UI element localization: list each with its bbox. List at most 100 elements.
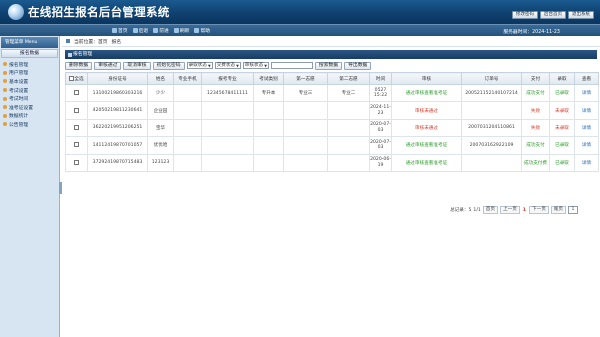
admission-status: 未录取 — [549, 118, 575, 138]
back-icon — [132, 28, 138, 33]
payment-status-select[interactable]: 交费状态 ▼ — [214, 61, 241, 70]
view-details-link[interactable]: 详情 — [574, 136, 599, 155]
sidebar-item-statistics[interactable]: 数据统计 — [0, 112, 59, 121]
major-cell — [201, 118, 254, 138]
nav-home[interactable]: 首页 — [112, 27, 128, 34]
nav-forward-label: 前进 — [159, 29, 169, 34]
row-checkbox[interactable] — [74, 159, 79, 165]
admission-status-select[interactable]: 录取状态 ▼ — [186, 61, 213, 70]
change-password-button[interactable]: 修改密码 — [512, 11, 538, 19]
select-all-header[interactable]: 全选 — [65, 72, 88, 85]
admission-status: 未录取 — [549, 101, 575, 120]
sidebar-item-label: 数据统计 — [9, 114, 29, 120]
order-cell: 200521152140107214 — [461, 83, 522, 103]
reset-password-button[interactable]: 初始化密码 — [152, 61, 185, 70]
sidebar-item-users[interactable]: 用户管理 — [0, 69, 59, 78]
column-header: 审核 — [391, 72, 462, 85]
next-page-button[interactable]: 下一页 — [529, 206, 549, 214]
table-row: 36220219951206251 宝华 2020-07-03 审核未通过 20… — [65, 118, 599, 138]
row-checkbox[interactable] — [74, 90, 79, 96]
id-cell: 36220219951206251 — [87, 118, 148, 138]
current-page: 1 — [522, 207, 526, 213]
first-choice-cell — [283, 118, 328, 138]
search-button[interactable]: 搜索数据 — [314, 61, 343, 70]
delete-button[interactable]: 删除数据 — [65, 61, 93, 70]
time-cell: 2020-07-03 — [369, 118, 392, 138]
sidebar-item-exam-time[interactable]: 考试时间 — [0, 94, 59, 103]
first-page-button[interactable]: 首页 — [482, 206, 498, 214]
sidebar-item-label: 考试时间 — [9, 97, 29, 103]
prev-page-button[interactable]: 上一页 — [500, 206, 520, 214]
first-choice-cell — [283, 153, 328, 172]
view-details-link[interactable]: 详情 — [574, 118, 599, 138]
chevron-down-icon: ▼ — [208, 63, 211, 68]
select-value: 录取状态 — [188, 62, 207, 68]
second-choice-cell — [327, 118, 370, 138]
review-status-select[interactable]: 审核状态 ▼ — [242, 61, 269, 70]
payment-status: 成功支付费 — [521, 153, 550, 172]
nav-help[interactable]: 帮助 — [194, 27, 210, 34]
logout-button[interactable]: 退出系统 — [568, 11, 594, 19]
row-checkbox[interactable] — [74, 124, 79, 130]
approve-button[interactable]: 审核通过 — [94, 61, 122, 70]
nav-bar: 首页 后退 前进 刷新 帮助 服务器时间：2024-11-23 — [0, 24, 600, 36]
registration-table: 全选 身份证号 姓名 专业手机 报考专业 考试类别 第一志愿 第二志愿 时间 审… — [65, 72, 599, 172]
view-details-link[interactable]: 详情 — [574, 101, 599, 120]
admission-status: 已录取 — [549, 136, 575, 155]
row-select-cell — [65, 136, 88, 155]
row-checkbox[interactable] — [74, 107, 79, 113]
page-indicator: 1/1 — [473, 207, 481, 213]
view-details-link[interactable]: 详情 — [574, 83, 599, 103]
search-input[interactable] — [270, 61, 313, 70]
view-details-link[interactable]: 详情 — [574, 153, 599, 172]
phone-cell — [173, 136, 202, 155]
id-cell: 13100219860303216 — [87, 83, 148, 103]
column-header: 录取 — [549, 72, 575, 85]
export-button[interactable]: 导出数据 — [344, 61, 372, 70]
panel-title-text: 报名管理 — [73, 52, 93, 57]
sidebar-item-basic-settings[interactable]: 基本设置 — [0, 77, 59, 86]
cancel-review-button[interactable]: 取消审核 — [123, 61, 151, 70]
sidebar-section-button[interactable]: 报名数据 — [1, 49, 58, 58]
column-header: 第一志愿 — [283, 72, 328, 85]
nav-refresh-label: 刷新 — [179, 29, 190, 34]
nav-help-label: 帮助 — [200, 29, 211, 34]
row-select-cell — [65, 101, 88, 120]
admission-status: 已录取 — [549, 153, 575, 172]
nav-forward[interactable]: 前进 — [153, 27, 169, 34]
phone-cell — [173, 118, 202, 138]
major-cell — [201, 153, 254, 172]
table-row: 42050219811230641 企业园 2024-11-23 审核未通过 失… — [65, 101, 599, 120]
name-cell: 少少 — [147, 83, 174, 103]
bullet-icon — [3, 96, 7, 101]
nav-back[interactable]: 后退 — [132, 27, 148, 34]
review-link[interactable]: 通过审核查看准考证 — [391, 153, 462, 172]
column-header: 专业手机 — [173, 72, 202, 85]
breadcrumb-item[interactable]: 当前位置：首页 — [74, 38, 108, 45]
sidebar-item-registration[interactable]: 报名管理 — [0, 60, 59, 69]
home-icon — [112, 28, 117, 33]
sidebar-item-announcements[interactable]: 公告管理 — [0, 120, 59, 129]
review-link[interactable]: 通过审核查看准考证 — [391, 83, 462, 103]
category-cell — [253, 153, 284, 172]
nav-refresh[interactable]: 刷新 — [173, 27, 190, 34]
bullet-icon — [3, 70, 7, 75]
admin-home-button[interactable]: 后台首页 — [540, 11, 566, 19]
order-cell — [461, 101, 522, 120]
review-link[interactable]: 审核未通过 — [391, 101, 462, 120]
time-cell: 2020-07-03 — [369, 136, 392, 155]
order-cell — [461, 153, 522, 172]
payment-status: 失败 — [521, 118, 550, 138]
chevron-down-icon: ▼ — [236, 63, 239, 68]
category-cell — [253, 118, 284, 138]
sidebar-item-exam-settings[interactable]: 考试设置 — [0, 86, 59, 95]
sidebar-header: 管理菜单 Menu — [1, 37, 58, 48]
second-choice-cell — [327, 136, 370, 155]
review-link[interactable]: 通过审核查看准考证 — [391, 136, 462, 155]
nav-home-label: 首页 — [118, 29, 128, 34]
row-checkbox[interactable] — [74, 142, 79, 148]
page-jump-input[interactable]: 1 — [568, 206, 578, 214]
review-link[interactable]: 审核未通过 — [391, 118, 462, 138]
sidebar-item-admission-ticket[interactable]: 准考证设置 — [0, 103, 59, 112]
last-page-button[interactable]: 尾页 — [550, 206, 566, 214]
